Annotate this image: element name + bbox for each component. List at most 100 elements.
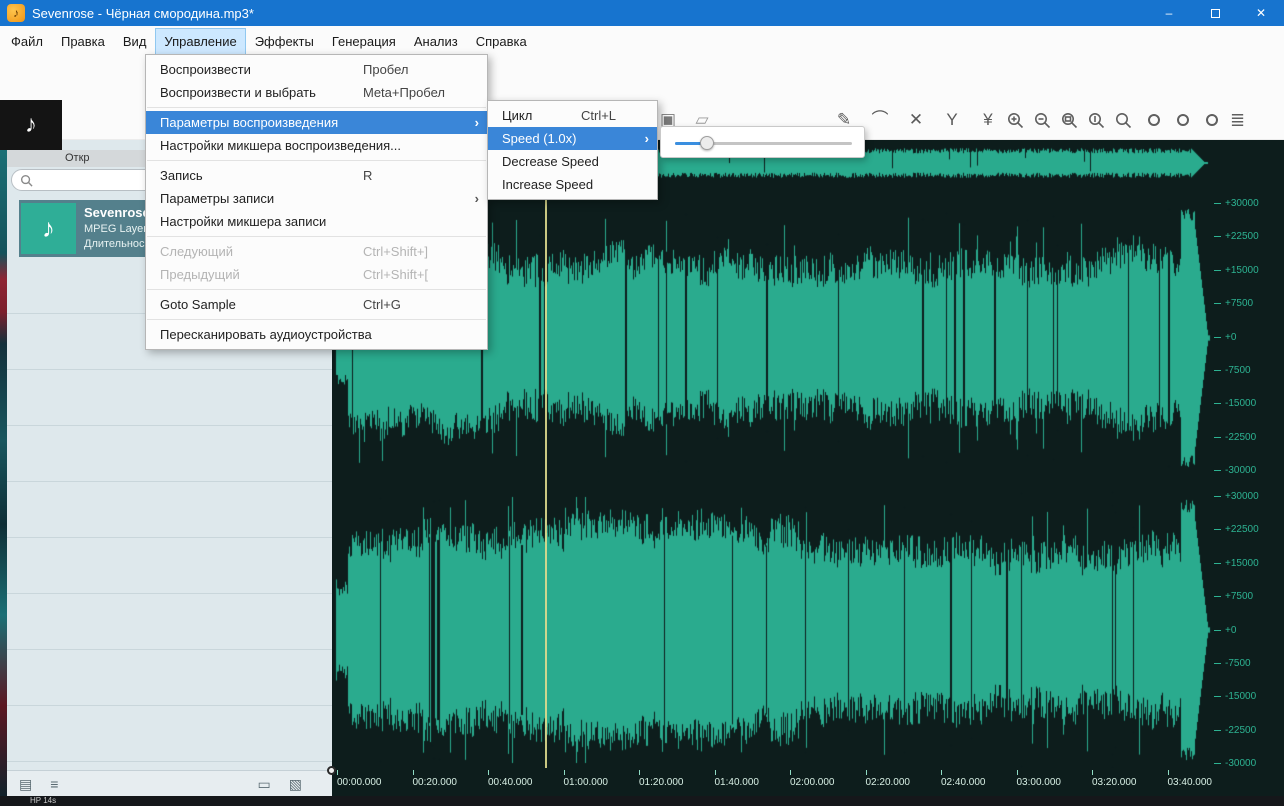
menu-item-record-params[interactable]: Параметры записи ›	[146, 187, 487, 210]
app-icon: ♪	[7, 4, 25, 22]
menu-separator	[147, 289, 486, 290]
timeline-tick-label: 01:40.000	[715, 770, 760, 788]
preview-panel-icon[interactable]: ▧	[289, 776, 302, 793]
list-view-icon[interactable]: ≡	[50, 776, 58, 792]
menubar: ФайлПравкаВидУправлениеЭффектыГенерацияА…	[0, 26, 1284, 56]
menubar-item-3[interactable]: Вид	[114, 28, 156, 55]
timeline-tick-label: 01:20.000	[639, 770, 684, 788]
playback-params-submenu: Цикл Ctrl+L Speed (1.0x) › Decrease Spee…	[487, 100, 658, 200]
amplitude-tick-label: -22500	[1214, 725, 1256, 736]
toolbar2-menu-group: ≣	[1230, 100, 1245, 140]
taskbar-text: HP 14s	[30, 796, 56, 805]
amplitude-ruler[interactable]: +30000 +22500 +15000 +7500 +0 -7500 -15000 -225…	[1212, 140, 1284, 796]
file-title: Sevenrose	[84, 205, 150, 220]
menu-item-rescan-audio-devices[interactable]: Пересканировать аудиоустройства	[146, 323, 487, 346]
sidebar-footer: ▤≡ ▭▧	[7, 770, 332, 796]
timeline-tick-label: 02:00.000	[790, 770, 835, 788]
maximize-icon	[1211, 9, 1220, 18]
app-window: ♪ Sevenrose - Чёрная смородина.mp3* – ✕ …	[0, 0, 1284, 806]
search-icon	[20, 174, 33, 187]
amplitude-tick-label: -15000	[1214, 398, 1256, 409]
timeline-ruler[interactable]: 00:00.00000:20.00000:40.00001:00.00001:2…	[332, 768, 1212, 796]
file-format: MPEG Layer	[84, 223, 150, 235]
amplitude-tick-label: -15000	[1214, 691, 1256, 702]
titlebar[interactable]: ♪ Sevenrose - Чёрная смородина.mp3* – ✕	[0, 0, 1284, 26]
smooth-tool-icon[interactable]: ⌒	[870, 110, 890, 130]
zoom-full-icon[interactable]	[1114, 111, 1133, 130]
erase-tool-icon[interactable]: ✕	[906, 110, 926, 130]
menubar-item-1[interactable]: Файл	[2, 28, 52, 55]
loop-marker-icon-2[interactable]	[1177, 114, 1189, 126]
menu-item-playback-mixer-settings[interactable]: Настройки микшера воспроизведения...	[146, 134, 487, 157]
amplitude-tick-label: +7500	[1214, 591, 1253, 602]
menubar-item-6[interactable]: Генерация	[323, 28, 405, 55]
amplitude-tick-label: -7500	[1214, 658, 1251, 669]
timeline-tick-label: 03:00.000	[1017, 770, 1062, 788]
menubar-item-4[interactable]: Управление	[155, 28, 245, 55]
speed-slider-popup	[660, 126, 865, 158]
window-controls: – ✕	[1146, 0, 1284, 26]
amplitude-tick-label: -22500	[1214, 432, 1256, 443]
menu-item-play[interactable]: Воспроизвести Пробел	[146, 58, 487, 81]
table-view-icon[interactable]: ▤	[19, 776, 32, 793]
amplitude-tick-label: +0	[1214, 332, 1236, 343]
menu-item-next[interactable]: Следующий Ctrl+Shift+]	[146, 240, 487, 263]
close-icon: ✕	[1256, 6, 1266, 20]
loop-marker-icon-1[interactable]	[1148, 114, 1160, 126]
minimize-button[interactable]: –	[1146, 0, 1192, 26]
amplitude-tick-label: -30000	[1214, 465, 1256, 476]
music-note-icon: ♪	[25, 111, 37, 139]
menubar-item-7[interactable]: Анализ	[405, 28, 467, 55]
amplitude-tick-label: +15000	[1214, 265, 1259, 276]
amplitude-tick-label: -7500	[1214, 365, 1251, 376]
control-menu: Воспроизвести Пробел Воспроизвести и выб…	[145, 54, 488, 350]
zoom-vertical-icon[interactable]	[1087, 111, 1106, 130]
timeline-start-marker[interactable]	[327, 766, 336, 775]
amplitude-tick-label: +0	[1214, 625, 1236, 636]
speed-slider-knob[interactable]	[700, 136, 714, 150]
minimize-panel-icon[interactable]: ▭	[258, 776, 271, 793]
menu-item-play-and-select[interactable]: Воспроизвести и выбрать Meta+Пробел	[146, 81, 487, 104]
loop-marker-icon-3[interactable]	[1206, 114, 1218, 126]
submenu-arrow-icon: ›	[469, 115, 479, 130]
speed-slider[interactable]	[675, 136, 852, 150]
submenu-item-speed[interactable]: Speed (1.0x) ›	[488, 127, 657, 150]
menu-item-goto-sample[interactable]: Goto Sample Ctrl+G	[146, 293, 487, 316]
sidebar-footer-left: ▤≡	[19, 771, 58, 797]
maximize-button[interactable]	[1192, 0, 1238, 26]
xy-tool-icon[interactable]: ¥	[978, 110, 998, 130]
menu-item-record[interactable]: Запись R	[146, 164, 487, 187]
y-tool-icon[interactable]: Y	[942, 110, 962, 130]
submenu-item-decrease-speed[interactable]: Decrease Speed	[488, 150, 657, 173]
menu-separator	[147, 236, 486, 237]
music-note-icon: ♪	[42, 213, 55, 244]
timeline-tick-label: 01:00.000	[564, 770, 609, 788]
timeline-tick-label: 00:20.000	[413, 770, 458, 788]
menu-item-record-mixer-settings[interactable]: Настройки микшера записи	[146, 210, 487, 233]
playhead-line	[545, 140, 547, 768]
menubar-item-8[interactable]: Справка	[467, 28, 536, 55]
submenu-item-increase-speed[interactable]: Increase Speed	[488, 173, 657, 196]
zoom-in-icon[interactable]	[1006, 111, 1025, 130]
amplitude-tick-label: +15000	[1214, 558, 1259, 569]
zoom-out-icon[interactable]	[1033, 111, 1052, 130]
file-info: Sevenrose MPEG Layer Длительнос	[84, 200, 150, 257]
amplitude-tick-label: +22500	[1214, 524, 1259, 535]
submenu-arrow-icon: ›	[639, 131, 649, 146]
timeline-tick-label: 02:20.000	[866, 770, 911, 788]
menu-separator	[147, 319, 486, 320]
amplitude-tick-label: +30000	[1214, 491, 1259, 502]
toolbar2-zoom-group	[1006, 100, 1133, 140]
menubar-item-2[interactable]: Правка	[52, 28, 114, 55]
zoom-selection-icon[interactable]	[1060, 111, 1079, 130]
submenu-item-loop[interactable]: Цикл Ctrl+L	[488, 104, 657, 127]
minimize-icon: –	[1166, 6, 1173, 20]
menu-item-playback-params[interactable]: Параметры воспроизведения ›	[146, 111, 487, 134]
view-options-icon[interactable]: ≣	[1230, 110, 1245, 131]
menu-item-previous[interactable]: Предыдущий Ctrl+Shift+[	[146, 263, 487, 286]
submenu-arrow-icon: ›	[469, 191, 479, 206]
window-title: Sevenrose - Чёрная смородина.mp3*	[32, 6, 254, 21]
amplitude-tick-label: +7500	[1214, 298, 1253, 309]
close-button[interactable]: ✕	[1238, 0, 1284, 26]
menubar-item-5[interactable]: Эффекты	[246, 28, 323, 55]
